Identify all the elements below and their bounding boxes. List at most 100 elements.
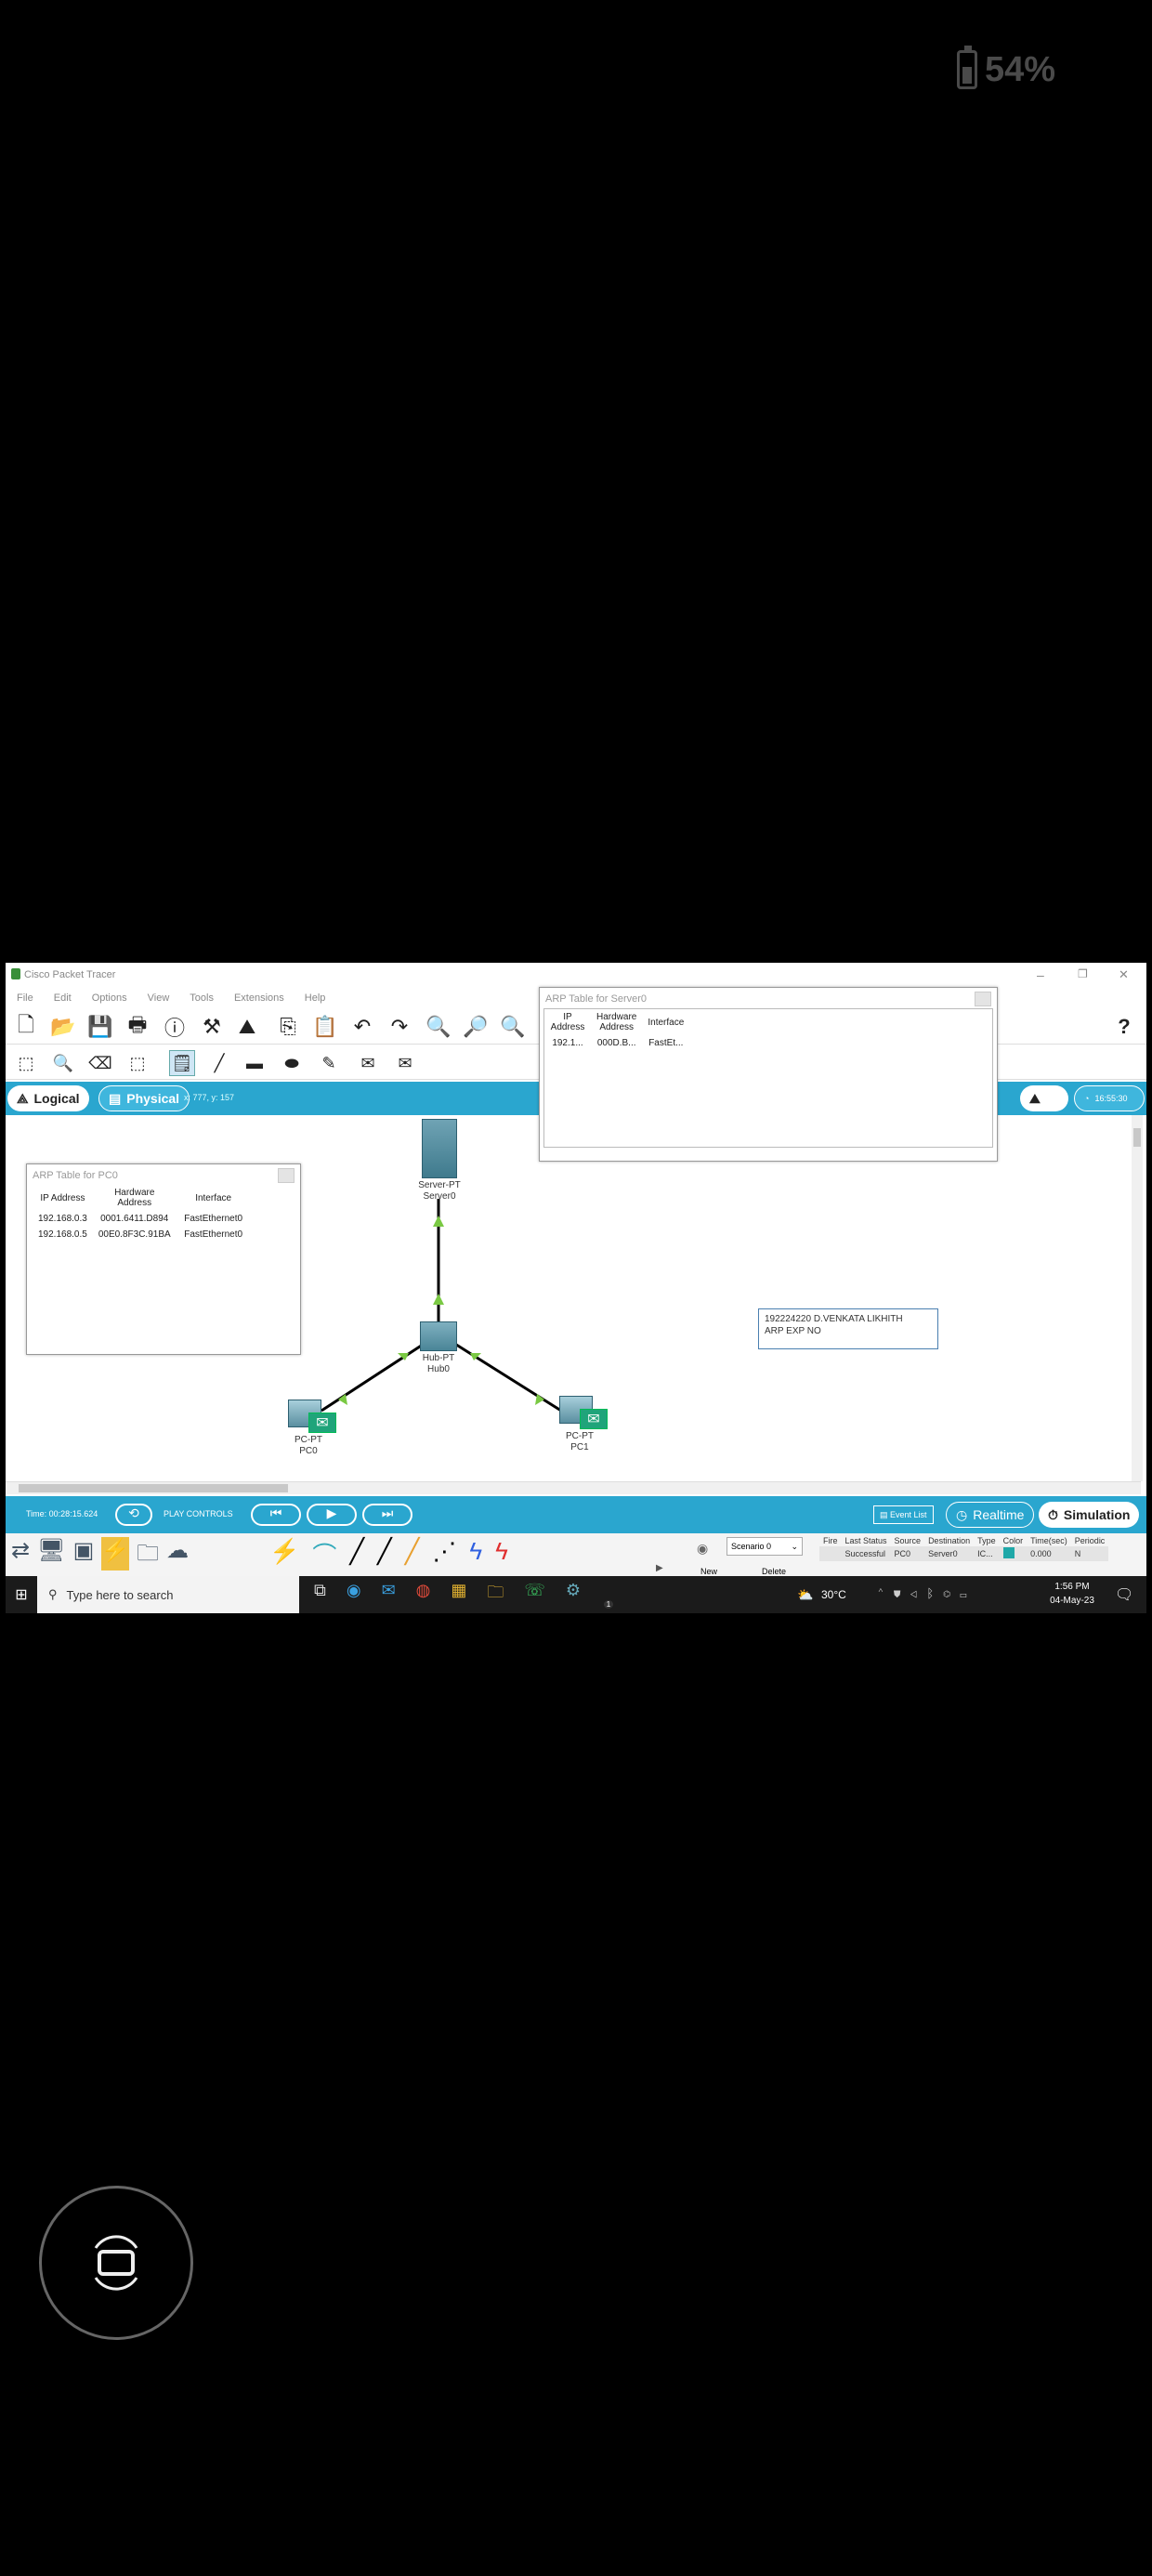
physical-tab[interactable]: ▤ Physical	[98, 1085, 190, 1111]
packet-tracer-icon[interactable]: ⚙	[566, 1581, 581, 1609]
menu-view[interactable]: View	[148, 992, 170, 1004]
pdu-envelope-icon[interactable]: ✉	[580, 1409, 608, 1429]
zoom-in-icon[interactable]: 🔍	[425, 1014, 452, 1040]
forward-button[interactable]: ⏭	[362, 1504, 412, 1526]
arp-table-server0-dialog[interactable]: ARP Table for Server0 IP Address Hardware…	[539, 987, 998, 1162]
phone-cable-icon[interactable]: ⋰	[432, 1537, 456, 1574]
draw-ellipse-icon[interactable]: ⬬	[279, 1050, 305, 1076]
weather-icon[interactable]: ⛅	[797, 1587, 813, 1603]
close-icon[interactable]	[278, 1168, 295, 1183]
scenario-select[interactable]: Scenario 0 ⌄	[727, 1537, 803, 1556]
note-icon[interactable]: 🗒	[169, 1050, 195, 1076]
logical-workspace[interactable]: Server-PT Server0 Hub-PT Hub0 ✉ PC-PT PC0 ✉…	[6, 1115, 1141, 1481]
system-tray-icons[interactable]: ⌃⛊◁ᛒ⌬▭	[877, 1586, 976, 1600]
minimize-button[interactable]: –	[1037, 967, 1044, 982]
open-folder-icon[interactable]: 📂	[50, 1014, 76, 1040]
scenario-info-icon[interactable]: ◉	[697, 1541, 708, 1557]
freeform-icon[interactable]: ✎	[316, 1050, 342, 1076]
server-icon[interactable]	[422, 1119, 457, 1178]
menu-options[interactable]: Options	[92, 992, 127, 1004]
hub-label: Hub-PT Hub0	[422, 1353, 455, 1374]
info-icon[interactable]: ⓘ	[162, 1014, 188, 1040]
draw-line-icon[interactable]: ╱	[206, 1050, 232, 1076]
back-button[interactable]: ⏮	[251, 1504, 301, 1526]
store-icon[interactable]: ▦	[451, 1581, 466, 1609]
chrome-icon[interactable]: ◍	[416, 1581, 431, 1609]
file-explorer-icon[interactable]: 🗀	[487, 1581, 504, 1609]
inspect-icon[interactable]: 🔍	[50, 1050, 76, 1076]
undo-icon[interactable]: ↶	[349, 1014, 375, 1040]
save-icon[interactable]: 💾	[87, 1014, 113, 1040]
resize-icon[interactable]: ⬚	[124, 1050, 151, 1076]
close-button[interactable]: ✕	[1119, 967, 1129, 982]
fiber-icon[interactable]: ╱	[405, 1537, 420, 1574]
scroll-thumb[interactable]	[1133, 1128, 1141, 1147]
horizontal-scrollbar[interactable]	[6, 1481, 1141, 1494]
print-icon[interactable]: 🖶	[124, 1013, 151, 1040]
background-image-button[interactable]: ⛰	[1020, 1085, 1068, 1111]
menu-file[interactable]: File	[17, 992, 33, 1004]
network-info-icon[interactable]: ⛰	[234, 1014, 260, 1040]
crossover-icon[interactable]: ╱	[377, 1537, 392, 1574]
delete-scenario-button[interactable]: Delete	[762, 1567, 799, 1576]
maximize-button[interactable]: ❐	[1078, 967, 1088, 980]
arp-table: IP Address Hardware Address Interface 192.…	[33, 1185, 251, 1242]
new-file-icon[interactable]: 🗋	[13, 1013, 39, 1040]
taskbar-search[interactable]: ⚲ Type here to search	[37, 1576, 299, 1613]
expand-arrow-icon[interactable]: ▶	[656, 1563, 663, 1573]
menu-edit[interactable]: Edit	[54, 992, 72, 1004]
menu-help[interactable]: Help	[305, 992, 326, 1004]
play-controls-label: PLAY CONTROLS	[164, 1509, 233, 1518]
menu-tools[interactable]: Tools	[190, 992, 214, 1004]
edge-icon[interactable]: ◉	[347, 1581, 361, 1609]
redo-icon[interactable]: ↷	[386, 1014, 412, 1040]
scroll-thumb[interactable]	[19, 1484, 288, 1492]
add-simple-pdu-icon[interactable]: ✉	[355, 1050, 381, 1076]
mail-icon[interactable]: ✉	[382, 1581, 396, 1609]
battery-percent: 54%	[985, 49, 1056, 89]
connections-category-icon[interactable]: ⚡	[101, 1537, 130, 1571]
logical-tab[interactable]: ⟁ Logical	[7, 1085, 89, 1111]
zoom-reset-icon[interactable]: 🔎	[463, 1014, 489, 1040]
taskbar-clock[interactable]: 1:56 PM 04-May-23	[1042, 1580, 1102, 1608]
reset-sim-icon[interactable]: ⟲	[115, 1504, 152, 1526]
router-category-icon[interactable]: ⇄	[11, 1537, 30, 1571]
whatsapp-icon[interactable]: ☏	[524, 1581, 545, 1609]
menu-extensions[interactable]: Extensions	[234, 992, 284, 1004]
play-button[interactable]: ▶	[307, 1504, 357, 1526]
pdu-envelope-icon[interactable]: ✉	[308, 1413, 336, 1433]
copy-icon[interactable]: ⎘	[275, 1014, 301, 1040]
add-complex-pdu-icon[interactable]: ✉	[392, 1050, 418, 1076]
paste-icon[interactable]: 📋	[312, 1014, 338, 1040]
new-scenario-button[interactable]: New	[700, 1567, 734, 1576]
console-cable-icon[interactable]: ⌒	[312, 1537, 336, 1574]
misc-category-icon[interactable]: 🗀	[137, 1537, 159, 1571]
windows-start-icon[interactable]: ⊞	[6, 1585, 37, 1604]
simulation-tab[interactable]: ⏱ Simulation	[1039, 1502, 1140, 1528]
end-device-category-icon[interactable]: 🖥	[37, 1537, 65, 1571]
zoom-out-icon[interactable]: 🔍	[500, 1014, 526, 1040]
rotate-screen-button[interactable]	[39, 2186, 193, 2340]
cloud-category-icon[interactable]: ☁	[166, 1537, 189, 1571]
activity-wizard-icon[interactable]: ⚒	[199, 1014, 225, 1040]
hub-icon[interactable]	[420, 1321, 457, 1351]
auto-connection-icon[interactable]: ⚡	[269, 1537, 299, 1574]
notifications-icon[interactable]: 🗨	[1115, 1585, 1133, 1604]
realtime-tab[interactable]: ◷ Realtime	[946, 1502, 1035, 1528]
delete-icon[interactable]: ⌫	[87, 1050, 113, 1076]
coaxial-icon[interactable]: ϟ	[469, 1537, 482, 1574]
draw-rectangle-icon[interactable]: ▬	[242, 1050, 268, 1076]
straight-through-icon[interactable]: ╱	[349, 1537, 364, 1574]
arp-table-pc0-dialog[interactable]: ARP Table for PC0 IP Address Hardware Add…	[26, 1163, 301, 1355]
event-list-button[interactable]: ▤ Event List	[873, 1505, 934, 1524]
help-icon[interactable]: ?	[1111, 1014, 1137, 1040]
close-icon[interactable]	[975, 992, 991, 1006]
select-icon[interactable]: ⬚	[13, 1050, 39, 1076]
sim-time: Time: 00:28:15.624	[26, 1509, 98, 1518]
task-view-icon[interactable]: ⧉	[314, 1581, 326, 1609]
text-note[interactable]: 192224220 D.VENKATA LIKHITH ARP EXP NO	[758, 1308, 938, 1349]
vertical-scrollbar[interactable]	[1132, 1115, 1143, 1481]
serial-dce-icon[interactable]: ϟ	[495, 1537, 508, 1574]
table-row: Successful PC0 Server0 IC... 0.000 N	[819, 1546, 1109, 1561]
component-category-icon[interactable]: ▣	[73, 1537, 95, 1571]
